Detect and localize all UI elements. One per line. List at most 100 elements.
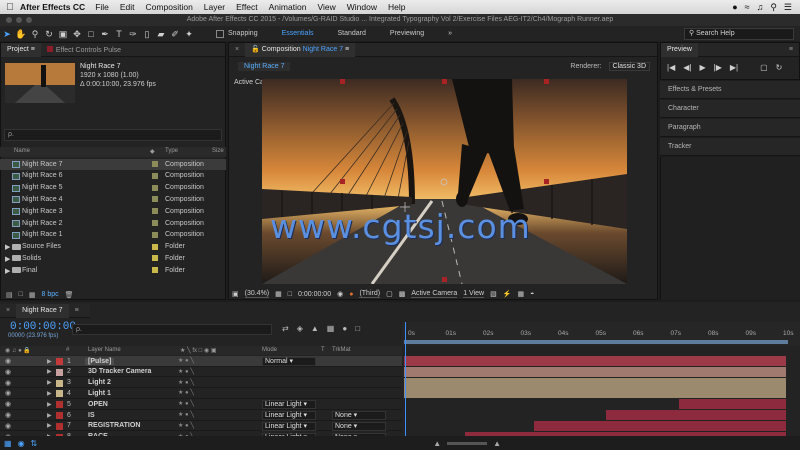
layer-label-color[interactable] — [56, 401, 63, 409]
label-color-swatch[interactable] — [152, 267, 158, 274]
layer-row[interactable]: ◉ ▶ 5 OPEN ★ ● ╲ Linear Light ▾ — [0, 399, 402, 410]
new-folder-icon[interactable]: □ — [19, 291, 23, 298]
col-size[interactable]: Size — [212, 148, 224, 154]
menu-list-icon[interactable]: ☰ — [784, 2, 792, 13]
label-color-swatch[interactable] — [152, 172, 158, 179]
expand-triangle-icon[interactable]: ▶ — [47, 358, 52, 365]
layer-row[interactable]: ◉ ▶ 7 REGISTRATION ★ ● ╲ Linear Light ▾ None ▾ — [0, 421, 402, 432]
label-color-swatch[interactable] — [152, 231, 158, 238]
menu-composition[interactable]: Composition — [146, 2, 193, 12]
visibility-eye-icon[interactable]: ◉ — [5, 389, 11, 397]
label-color-swatch[interactable] — [152, 243, 158, 250]
menu-file[interactable]: File — [95, 2, 109, 12]
brush-tool-icon[interactable]: ✑ — [126, 28, 140, 40]
label-color-swatch[interactable] — [152, 255, 158, 262]
layer-name[interactable]: REGISTRATION — [88, 422, 140, 429]
blend-mode-dropdown[interactable]: Linear Light ▾ — [262, 421, 316, 431]
project-item[interactable]: Night Race 6 Composition — [0, 171, 226, 182]
panel-character[interactable]: Character — [660, 100, 800, 118]
zoom-slider[interactable] — [447, 441, 488, 445]
project-item[interactable]: Night Race 7 Composition — [0, 159, 226, 170]
timeline-menu-icon[interactable]: ≡ — [69, 307, 85, 314]
workspace-overflow-icon[interactable]: » — [448, 30, 452, 37]
label-color-swatch[interactable] — [152, 184, 158, 191]
pen-tool-icon[interactable]: ✒ — [98, 28, 112, 40]
layer-switches-icon[interactable]: ★ ● ╲ — [178, 400, 194, 407]
pan-behind-tool-icon[interactable]: ✥ — [70, 28, 84, 40]
layer-duration-bar[interactable] — [404, 356, 786, 366]
project-item[interactable]: Night Race 4 Composition — [0, 194, 226, 205]
flowchart-icon[interactable]: ◓ — [530, 291, 534, 298]
work-area-bar[interactable] — [404, 340, 788, 344]
project-item[interactable]: Night Race 3 Composition — [0, 206, 226, 217]
layer-duration-bar[interactable] — [404, 388, 786, 399]
label-color-swatch[interactable] — [152, 208, 158, 215]
snapping-toggle[interactable]: Snapping — [216, 29, 258, 38]
panel-paragraph[interactable]: Paragraph — [660, 119, 800, 137]
layer-switches-icon[interactable]: ★ ● ╲ — [178, 379, 194, 386]
view-layout-dropdown[interactable]: 1 View — [463, 290, 485, 298]
panel-tracker[interactable]: Tracker — [660, 138, 800, 156]
toggle-pixel-aspect-icon[interactable]: ▧ — [490, 290, 497, 298]
layer-name[interactable]: [Pulse] — [85, 357, 115, 365]
selection-tool-icon[interactable]: ➤ — [0, 28, 14, 40]
composition-viewer[interactable]: www.cgtsj.com — [262, 79, 627, 284]
layer-row[interactable]: ◉ ▶ 1 [Pulse] ★ ● ╲ Normal ▾ — [0, 356, 402, 367]
renderer-control[interactable]: Renderer: Classic 3D — [567, 61, 650, 71]
comp-breadcrumb[interactable]: Night Race 7 — [238, 61, 291, 71]
current-time-display[interactable]: 0:00:00:00 — [298, 291, 331, 298]
volume-icon[interactable]: ♫ — [757, 2, 764, 13]
new-comp-icon[interactable]: ▦ — [29, 291, 36, 299]
panel-menu-icon[interactable]: ≡ — [783, 46, 799, 53]
blend-mode-dropdown[interactable]: Linear Light ▾ — [262, 400, 316, 410]
layer-duration-bar[interactable] — [679, 399, 786, 410]
draft-3d-icon[interactable]: ◈ — [297, 324, 303, 333]
zoom-dropdown[interactable]: (30.4%) — [244, 290, 270, 298]
layer-label-color[interactable] — [56, 379, 63, 387]
comp-mini-flowchart-icon[interactable]: ⇄ — [282, 324, 289, 333]
transparency-grid-icon[interactable]: ▩ — [399, 290, 406, 298]
always-preview-icon[interactable]: ▣ — [232, 290, 239, 298]
visibility-eye-icon[interactable]: ◉ — [5, 357, 11, 365]
layer-name[interactable]: Light 1 — [88, 390, 111, 397]
expand-triangle-icon[interactable]: ▶ — [5, 255, 10, 263]
zoom-tool-icon[interactable]: ⚲ — [28, 28, 42, 40]
col-name[interactable]: Name — [14, 148, 30, 154]
snapping-checkbox[interactable] — [216, 29, 224, 38]
layer-row[interactable]: ◉ ▶ 4 Light 1 ★ ● ╲ — [0, 388, 402, 400]
audio-icon[interactable]: ▢ — [760, 63, 768, 72]
tab-effect-controls[interactable]: Effect Controls Pulse — [41, 45, 127, 54]
zoom-in-icon[interactable]: ▲ — [493, 439, 501, 448]
minimize-window-button[interactable] — [16, 17, 22, 23]
layer-duration-bar[interactable] — [404, 366, 786, 377]
toggle-transfer-controls-icon[interactable]: ◉ — [18, 439, 25, 448]
menu-effect[interactable]: Effect — [236, 2, 258, 12]
color-channel-icon[interactable]: ● — [349, 291, 353, 298]
frame-blending-icon[interactable]: ▦ — [327, 324, 335, 333]
clone-stamp-tool-icon[interactable]: ▯ — [140, 28, 154, 40]
layer-row[interactable]: ◉ ▶ 3 Light 2 ★ ● ╲ — [0, 378, 402, 389]
close-timeline-tab-icon[interactable]: × — [0, 307, 16, 314]
layer-switches-icon[interactable]: ★ ● ╲ — [178, 411, 194, 418]
col-t[interactable]: T — [321, 347, 325, 353]
app-menu[interactable]: After Effects CC — [20, 2, 85, 12]
col-layer-name[interactable]: Layer Name — [88, 347, 121, 353]
workspace-essentials[interactable]: Essentials — [282, 30, 314, 37]
spotlight-icon[interactable]: ⚲ — [770, 2, 777, 13]
interpret-footage-icon[interactable]: ▤ — [6, 291, 13, 299]
project-item[interactable]: Night Race 2 Composition — [0, 218, 226, 229]
expand-triangle-icon[interactable]: ▶ — [5, 267, 10, 275]
layer-label-color[interactable] — [56, 412, 63, 419]
wifi-icon[interactable]: ≈ — [745, 2, 750, 13]
loop-icon[interactable]: ↻ — [776, 63, 783, 72]
visibility-eye-icon[interactable]: ◉ — [5, 379, 11, 387]
roto-brush-tool-icon[interactable]: ✐ — [168, 28, 182, 40]
close-tab-icon[interactable]: × — [229, 46, 245, 53]
menu-animation[interactable]: Animation — [269, 2, 307, 12]
project-item[interactable]: Night Race 5 Composition — [0, 183, 226, 194]
panel-effects-presets[interactable]: Effects & Presets — [660, 81, 800, 99]
shy-layers-icon[interactable]: ▲ — [311, 324, 319, 333]
menu-edit[interactable]: Edit — [120, 2, 135, 12]
trash-icon[interactable]: 🗑 — [65, 291, 74, 299]
layer-name[interactable]: 3D Tracker Camera — [88, 368, 151, 375]
